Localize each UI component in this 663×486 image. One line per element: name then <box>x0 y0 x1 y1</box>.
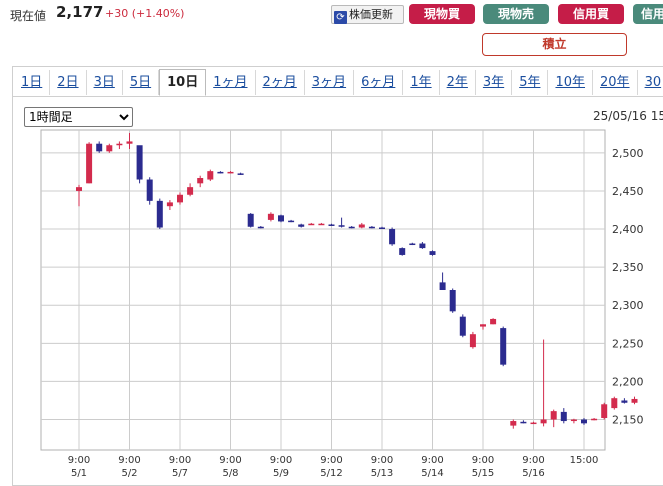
candle-body <box>106 145 113 152</box>
candle-body <box>419 243 426 249</box>
candle-body <box>611 398 618 409</box>
candle-body <box>409 243 416 246</box>
candle-body <box>459 316 466 336</box>
candle-body <box>298 224 305 227</box>
x-tick-time: 9:00 <box>371 455 393 466</box>
candle-body <box>227 171 234 174</box>
candle-body <box>550 411 557 420</box>
candlestick-chart: 2,150 2,200 2,250 2,300 2,350 2,400 2,450 2,500… <box>40 129 644 478</box>
x-tick-date: 5/14 <box>421 468 443 478</box>
y-tick-label: 2,250 <box>612 337 644 350</box>
candle-body <box>631 398 638 403</box>
y-tick-label: 2,450 <box>612 185 644 198</box>
candle-body <box>166 202 173 207</box>
y-tick-label: 2,500 <box>612 147 644 160</box>
candle-body <box>76 187 82 191</box>
x-tick-date: 5/16 <box>522 468 544 478</box>
candle-body <box>581 419 587 424</box>
x-tick-date: 5/1 <box>71 468 87 478</box>
candle-body <box>126 141 133 144</box>
candle-body <box>399 248 406 255</box>
candle-body <box>217 171 224 174</box>
y-tick-label: 2,150 <box>612 414 644 427</box>
x-tick-date: 5/8 <box>222 468 238 478</box>
x-tick-date: 5/2 <box>121 468 137 478</box>
candle-body <box>379 227 385 230</box>
x-tick-date: 5/15 <box>472 468 494 478</box>
candle-body <box>490 318 497 325</box>
x-tick-time: 9:00 <box>472 455 494 466</box>
candle-body <box>358 224 365 228</box>
y-tick-label: 2,300 <box>612 299 644 312</box>
candle-body <box>156 200 163 228</box>
candle-body <box>328 224 335 226</box>
candle-body <box>449 290 456 312</box>
x-tick-date: 5/13 <box>371 468 393 478</box>
x-tick-time: 9:00 <box>320 455 342 466</box>
candle-body <box>187 187 194 195</box>
candle-body <box>96 143 103 152</box>
candle-body <box>439 282 446 290</box>
candle-body <box>480 324 486 327</box>
candle-body <box>247 213 254 227</box>
candle-body <box>207 171 214 180</box>
candle-body <box>500 328 507 365</box>
candle-body <box>429 251 436 255</box>
candle-body <box>197 178 204 184</box>
candle-body <box>318 223 325 226</box>
candle-body <box>257 226 264 229</box>
candle-body <box>177 194 183 203</box>
candle-body <box>469 334 476 348</box>
candle-body <box>570 419 577 422</box>
x-tick-time: 9:00 <box>118 455 140 466</box>
candle-body <box>338 225 345 227</box>
x-tick-time: 15:00 <box>570 455 599 466</box>
candle-body <box>520 421 527 424</box>
x-tick-date: 5/12 <box>320 468 342 478</box>
y-tick-label: 2,200 <box>612 375 644 388</box>
candle-body <box>116 143 123 146</box>
candle-body <box>389 229 396 245</box>
candle-body <box>601 404 608 418</box>
candle-body <box>530 422 537 425</box>
candle-body <box>348 226 355 229</box>
candle-body <box>146 179 153 201</box>
x-tick-date: 5/9 <box>273 468 289 478</box>
candle-body <box>368 226 375 229</box>
candle-body <box>136 145 143 180</box>
x-tick-time: 9:00 <box>421 455 443 466</box>
x-tick-time: 9:00 <box>68 455 90 466</box>
candle-body <box>591 418 598 421</box>
plot-area <box>40 129 606 451</box>
candle-body <box>278 215 284 222</box>
candle-body <box>237 173 244 175</box>
candle-body <box>510 421 517 426</box>
candle-body <box>267 213 274 220</box>
candle-body <box>621 400 628 403</box>
candle-body <box>308 223 315 226</box>
x-tick-time: 9:00 <box>219 455 241 466</box>
x-tick-date: 5/7 <box>172 468 188 478</box>
x-tick-time: 9:00 <box>270 455 292 466</box>
candle-body <box>560 411 567 422</box>
y-tick-label: 2,400 <box>612 223 644 236</box>
candle-body <box>86 143 93 184</box>
candle-body <box>288 220 295 223</box>
x-tick-time: 9:00 <box>522 455 544 466</box>
y-tick-label: 2,350 <box>612 261 644 274</box>
x-tick-time: 9:00 <box>169 455 191 466</box>
candle-body <box>540 419 547 424</box>
